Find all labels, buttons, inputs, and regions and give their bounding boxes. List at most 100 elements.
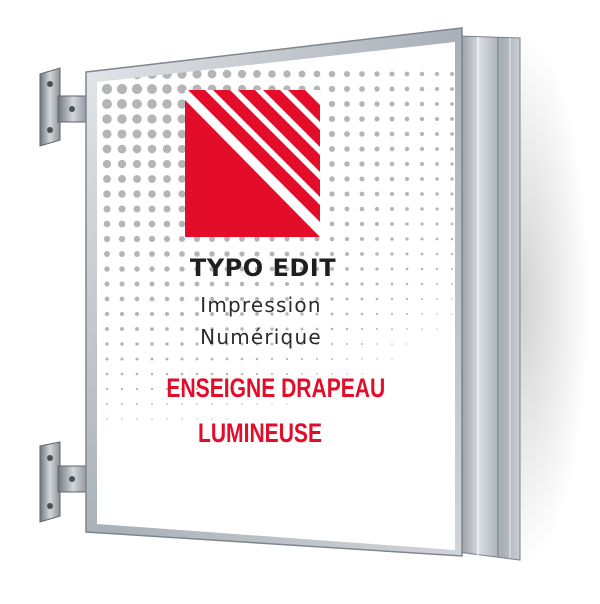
halftone-dot xyxy=(390,282,394,286)
halftone-dot xyxy=(406,313,408,315)
halftone-dot xyxy=(102,144,112,154)
halftone-dot xyxy=(450,102,454,106)
halftone-dot xyxy=(207,69,217,79)
halftone-dot xyxy=(134,266,140,272)
halftone-dot xyxy=(328,100,336,108)
halftone-dot xyxy=(151,418,153,420)
halftone-dot xyxy=(164,266,170,272)
halftone-dot xyxy=(419,86,425,92)
halftone-dot xyxy=(149,281,155,287)
halftone-dot xyxy=(405,237,409,241)
halftone-dot xyxy=(162,159,172,169)
halftone-dot xyxy=(376,358,378,360)
halftone-dot xyxy=(359,131,365,137)
halftone-dot xyxy=(105,372,109,376)
halftone-dot xyxy=(374,191,380,197)
halftone-dot xyxy=(404,116,410,122)
halftone-dot xyxy=(328,70,336,78)
halftone-dot xyxy=(435,237,439,241)
halftone-dot xyxy=(419,71,425,77)
halftone-dot xyxy=(178,220,186,228)
halftone-dot xyxy=(106,418,108,420)
halftone-dot xyxy=(360,312,364,316)
halftone-dot xyxy=(133,190,141,198)
halftone-dot xyxy=(374,131,380,137)
halftone-dot xyxy=(147,129,157,139)
halftone-dot xyxy=(101,83,113,95)
halftone-dot xyxy=(314,236,320,242)
halftone-dot xyxy=(359,71,365,77)
halftone-dot xyxy=(117,159,127,169)
halftone-dot xyxy=(102,129,112,139)
halftone-dot xyxy=(389,131,395,137)
halftone-dot xyxy=(239,236,245,242)
halftone-dot xyxy=(435,192,439,196)
halftone-dot xyxy=(450,252,454,256)
halftone-dot xyxy=(360,282,364,286)
halftone-dot xyxy=(359,146,365,152)
halftone-dot xyxy=(390,222,394,226)
halftone-dot xyxy=(450,72,454,76)
halftone-dot xyxy=(374,146,380,152)
halftone-dot xyxy=(450,132,454,136)
halftone-dot xyxy=(344,116,350,122)
halftone-dot xyxy=(359,206,365,212)
halftone-dot xyxy=(134,251,140,257)
halftone-dot xyxy=(420,267,424,271)
halftone-dot xyxy=(165,342,169,346)
halftone-dot xyxy=(360,252,364,256)
halftone-dot xyxy=(391,343,393,345)
halftone-dot xyxy=(374,161,380,167)
halftone-dot xyxy=(404,86,410,92)
halftone-dot xyxy=(450,207,454,211)
halftone-dot xyxy=(345,282,349,286)
halftone-dot xyxy=(390,267,394,271)
halftone-dot xyxy=(102,99,112,109)
halftone-dot xyxy=(148,220,156,228)
halftone-dot xyxy=(344,176,350,182)
halftone-dot xyxy=(359,221,365,227)
halftone-dot xyxy=(132,144,142,154)
halftone-dot xyxy=(254,236,260,242)
halftone-dot xyxy=(405,222,409,226)
halftone-dot xyxy=(389,176,395,182)
halftone-dot xyxy=(134,281,140,287)
halftone-dot xyxy=(120,372,124,376)
halftone-dot xyxy=(104,311,110,317)
halftone-dot xyxy=(132,159,142,169)
halftone-dot xyxy=(345,327,349,331)
halftone-dot xyxy=(450,177,454,181)
halftone-dot xyxy=(148,190,156,198)
halftone-dot xyxy=(119,296,125,302)
halftone-dot xyxy=(389,191,395,197)
halftone-dot xyxy=(421,328,423,330)
halftone-dot xyxy=(360,327,364,331)
halftone-dot xyxy=(104,266,110,272)
halftone-dot xyxy=(162,99,172,109)
halftone-dot xyxy=(421,313,423,315)
halftone-dot xyxy=(405,282,409,286)
halftone-dot xyxy=(165,327,169,331)
halftone-dot xyxy=(344,101,350,107)
halftone-dot xyxy=(420,252,424,256)
halftone-dot xyxy=(117,144,127,154)
halftone-dot xyxy=(148,235,156,243)
halftone-dot xyxy=(194,281,200,287)
halftone-dot xyxy=(329,161,335,167)
halftone-dot xyxy=(435,207,439,211)
halftone-dot xyxy=(210,357,214,361)
halftone-dot xyxy=(136,418,138,420)
halftone-dot xyxy=(450,267,454,271)
halftone-dot xyxy=(164,296,170,302)
halftone-dot xyxy=(195,357,199,361)
halftone-dot xyxy=(329,191,335,197)
halftone-dot xyxy=(435,252,439,256)
halftone-dot xyxy=(313,70,321,78)
halftone-dot xyxy=(389,86,395,92)
halftone-dot xyxy=(436,328,438,330)
halftone-dot xyxy=(361,343,363,345)
halftone-dot xyxy=(406,343,408,345)
halftone-dot xyxy=(374,206,380,212)
halftone-dot xyxy=(359,101,365,107)
halftone-dot xyxy=(435,147,439,151)
